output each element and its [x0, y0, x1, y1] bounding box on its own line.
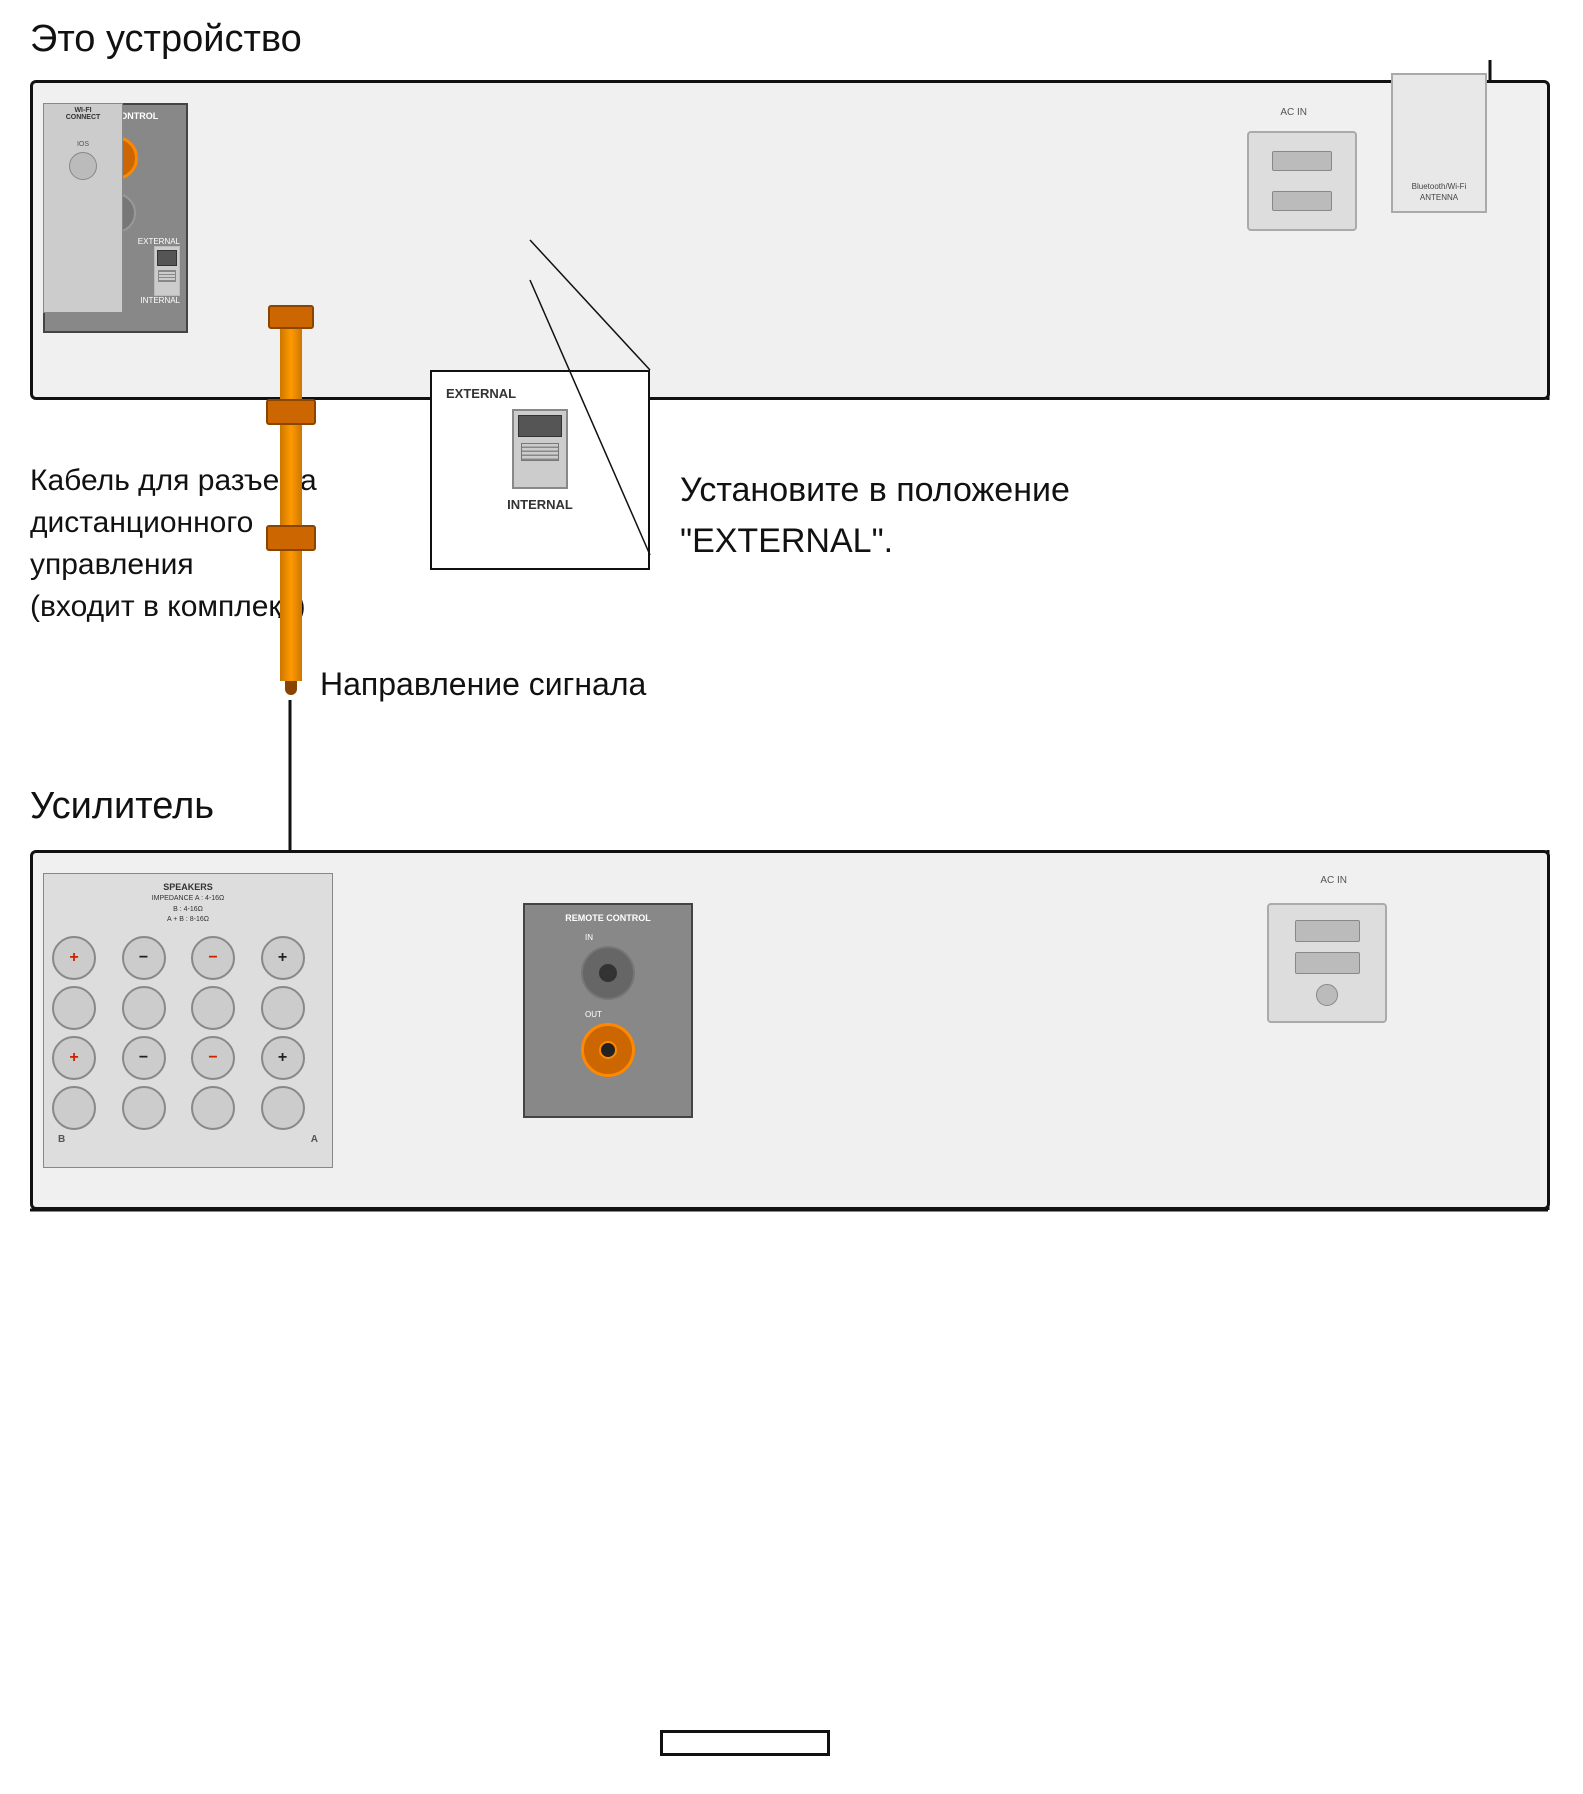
- zoom-switch-graphic: [512, 409, 568, 489]
- switch-zoom-box: EXTERNAL INTERNAL: [430, 370, 650, 570]
- rca-cable-2: [280, 425, 302, 525]
- terminal-br-minus: −: [122, 936, 166, 980]
- terminal-bl-minus: −: [191, 936, 235, 980]
- bt-antenna-label: Bluetooth/Wi-Fi ANTENNA: [1393, 182, 1485, 203]
- zoom-internal-label: INTERNAL: [446, 497, 634, 512]
- channel-a-label: A: [311, 1134, 318, 1145]
- external-instruction: Установите в положение "EXTERNAL".: [680, 465, 1070, 567]
- speaker-knob-8: [261, 1086, 305, 1130]
- ac-slot-1: [1272, 151, 1332, 171]
- rca-connector-2: [266, 399, 316, 425]
- terminal-ar-minus: −: [122, 1036, 166, 1080]
- terminal-br-plus: +: [52, 936, 96, 980]
- rc-switch-top[interactable]: [154, 246, 180, 296]
- ac-in-bottom-label: AC IN: [1320, 875, 1347, 886]
- terminal-bl-plus: +: [261, 936, 305, 980]
- wifi-connect-right-label: WI-FI CONNECT: [49, 107, 117, 121]
- ac-bottom-slot-2: [1295, 952, 1360, 974]
- speakers-title: SPEAKERS: [52, 882, 324, 892]
- ac-in-top-label: AC IN: [1280, 107, 1307, 118]
- rc-external-label-top: EXTERNAL: [138, 237, 180, 246]
- rc-bottom-in-label: IN: [585, 933, 683, 942]
- wifi-connect-right-panel: WI-FI CONNECT IOS: [43, 103, 123, 313]
- speaker-knob-7: [191, 1086, 235, 1130]
- ac-in-top-connector: [1247, 131, 1357, 231]
- channel-b-label: B: [58, 1134, 65, 1145]
- ac-slot-2: [1272, 191, 1332, 211]
- speaker-knob-3: [191, 986, 235, 1030]
- terminal-al-plus: +: [261, 1036, 305, 1080]
- top-device-panel: DIGITAL AUDIO IN OPTICAL WI-FI CONNECT W…: [30, 80, 1550, 400]
- ac-bottom-circle: [1316, 984, 1338, 1006]
- terminal-ar-plus: +: [52, 1036, 96, 1080]
- rca-tip: [285, 681, 297, 695]
- bottom-device-panel: SPEAKERS IMPEDANCE A : 4-16Ω B : 4-16Ω A…: [30, 850, 1550, 1210]
- zoom-switch-lines: [521, 443, 559, 461]
- rc-bottom-in-jack: [581, 946, 635, 1000]
- signal-direction-label: Направление сигнала: [320, 666, 646, 703]
- rc-bottom-title: REMOTE CONTROL: [533, 913, 683, 923]
- rc-internal-label-top: INTERNAL: [138, 296, 180, 305]
- rca-connector-3: [266, 525, 316, 551]
- amplifier-label: Усилитель: [30, 785, 214, 828]
- rca-head-top: [268, 305, 314, 329]
- rca-cable-3: [280, 551, 302, 681]
- remote-control-bottom-panel: REMOTE CONTROL IN OUT: [523, 903, 693, 1118]
- page-title: Это устройство: [30, 18, 302, 61]
- ac-in-bottom-connector: [1267, 903, 1387, 1023]
- zoom-switch-knob: [518, 415, 562, 437]
- speaker-knob-4: [261, 986, 305, 1030]
- bt-antenna-panel: Bluetooth/Wi-Fi ANTENNA: [1391, 73, 1487, 213]
- speakers-panel: SPEAKERS IMPEDANCE A : 4-16Ω B : 4-16Ω A…: [43, 873, 333, 1168]
- zoom-external-label: EXTERNAL: [446, 386, 634, 401]
- speaker-knob-5: [52, 1086, 96, 1130]
- bottom-connector-rectangle: [660, 1730, 830, 1756]
- impedance-info: IMPEDANCE A : 4-16Ω B : 4-16Ω A + B : 8-…: [52, 894, 324, 926]
- terminal-al-minus: −: [191, 1036, 235, 1080]
- speaker-knob-2: [122, 986, 166, 1030]
- rca-cable-1: [280, 329, 302, 399]
- rc-bottom-out-jack: [581, 1023, 635, 1077]
- speaker-knob-6: [122, 1086, 166, 1130]
- rc-bottom-out-label: OUT: [585, 1010, 683, 1019]
- speaker-terminals-grid: + − − + + − − +: [52, 936, 324, 1130]
- ac-bottom-slot-1: [1295, 920, 1360, 942]
- speaker-knob-1: [52, 986, 96, 1030]
- ios-label: IOS: [49, 141, 117, 148]
